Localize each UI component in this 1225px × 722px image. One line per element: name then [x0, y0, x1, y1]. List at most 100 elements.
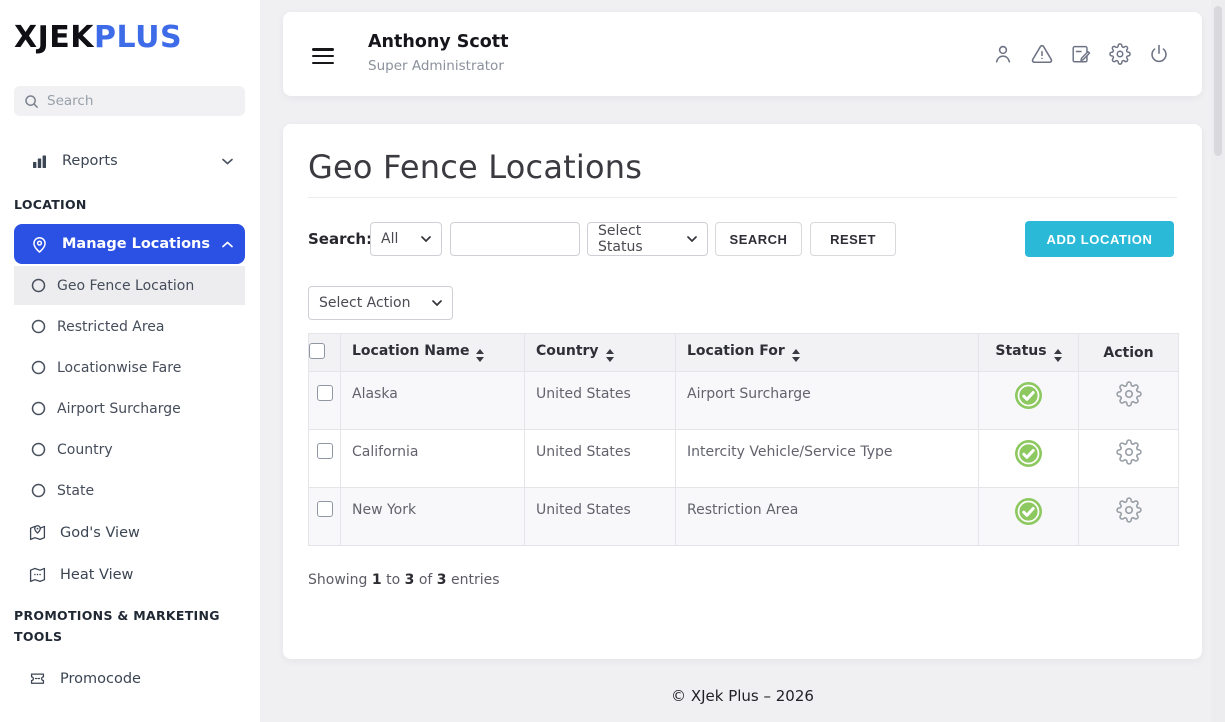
sidebar-item-label: State	[57, 483, 94, 499]
search-keyword-input[interactable]	[450, 222, 580, 256]
status-active-icon[interactable]	[1014, 439, 1043, 468]
row-select-cell	[309, 488, 341, 546]
sidebar-item-promocode[interactable]: Promocode	[14, 659, 245, 698]
app-logo[interactable]: XJEKPLUS	[14, 20, 182, 55]
cell-location-name: New York	[341, 488, 525, 546]
cell-country: United States	[525, 430, 676, 488]
status-active-icon[interactable]	[1014, 381, 1043, 410]
logo-accent: PLUS	[94, 20, 182, 55]
sidebar-item-country[interactable]: Country	[14, 430, 245, 469]
row-settings-gear-icon[interactable]	[1116, 381, 1142, 407]
logo-primary: XJEK	[14, 20, 94, 55]
cell-location-for: Intercity Vehicle/Service Type	[676, 430, 979, 488]
cell-country: United States	[525, 488, 676, 546]
cell-location-name: Alaska	[341, 372, 525, 430]
sidebar-section-location: LOCATION	[14, 194, 246, 215]
row-checkbox[interactable]	[317, 443, 333, 459]
select-all-checkbox[interactable]	[309, 343, 325, 359]
user-block[interactable]: Anthony Scott Super Administrator	[368, 32, 509, 74]
cell-country: United States	[525, 372, 676, 430]
scrollbar-thumb[interactable]	[1214, 6, 1222, 156]
settings-icon[interactable]	[1109, 43, 1131, 65]
sidebar: XJEKPLUS Search Reports LOCATION Manage …	[0, 0, 260, 722]
chevron-down-icon	[432, 300, 442, 306]
entries-summary: Showing 1 to 3 of 3 entries	[308, 572, 500, 588]
sidebar-item-locationwise-fare[interactable]: Locationwise Fare	[14, 348, 245, 387]
status-select[interactable]: Select Status	[587, 222, 708, 256]
bulk-action-select[interactable]: Select Action	[308, 286, 453, 320]
sidebar-search[interactable]: Search	[14, 86, 245, 116]
sidebar-item-label: Locationwise Fare	[57, 360, 181, 376]
sidebar-item-reports[interactable]: Reports	[14, 141, 245, 181]
bar-chart-icon	[30, 152, 49, 171]
sidebar-section-promotions: PROMOTIONS & MARKETING TOOLS	[14, 605, 246, 647]
sidebar-item-label: Manage Locations	[62, 236, 210, 252]
circle-icon	[31, 278, 46, 293]
top-bar: Anthony Scott Super Administrator	[283, 12, 1202, 96]
report-edit-icon[interactable]	[1070, 43, 1092, 65]
warning-icon[interactable]	[1031, 43, 1053, 65]
column-header-location-for[interactable]: Location For	[676, 334, 979, 372]
reset-button[interactable]: RESET	[810, 222, 896, 256]
column-header-location-name[interactable]: Location Name	[341, 334, 525, 372]
row-settings-gear-icon[interactable]	[1116, 439, 1142, 465]
cell-location-for: Airport Surcharge	[676, 372, 979, 430]
search-field-select[interactable]: All	[370, 222, 442, 256]
circle-icon	[31, 442, 46, 457]
page-title: Geo Fence Locations	[308, 148, 642, 186]
sort-icon	[606, 349, 614, 362]
row-checkbox[interactable]	[317, 501, 333, 517]
chevron-down-icon	[222, 158, 233, 165]
summary-text: of	[419, 572, 433, 588]
map-pin-icon	[30, 235, 49, 254]
chevron-up-icon	[222, 241, 233, 248]
table-row: California United States Intercity Vehic…	[309, 430, 1179, 488]
power-icon[interactable]	[1148, 43, 1170, 65]
table-header-row: Location Name Country Location For Statu…	[309, 334, 1179, 372]
locations-table: Location Name Country Location For Statu…	[308, 333, 1179, 546]
add-location-button[interactable]: ADD LOCATION	[1025, 221, 1174, 257]
sidebar-item-label: Reports	[62, 153, 118, 169]
summary-text: entries	[451, 572, 500, 588]
selected-value: Select Action	[319, 295, 411, 311]
sidebar-item-state[interactable]: State	[14, 471, 245, 510]
cell-status	[979, 488, 1079, 546]
summary-total: 3	[437, 572, 447, 588]
row-checkbox[interactable]	[317, 385, 333, 401]
row-select-cell	[309, 372, 341, 430]
status-active-icon[interactable]	[1014, 497, 1043, 526]
column-label: Status	[995, 343, 1046, 359]
scrollbar-track[interactable]	[1211, 0, 1225, 722]
ticket-icon	[28, 669, 47, 688]
chevron-down-icon	[421, 236, 431, 242]
cell-location-name: California	[341, 430, 525, 488]
summary-text: to	[386, 572, 400, 588]
column-header-status[interactable]: Status	[979, 334, 1079, 372]
column-header-country[interactable]: Country	[525, 334, 676, 372]
row-settings-gear-icon[interactable]	[1116, 497, 1142, 523]
table-row: New York United States Restriction Area	[309, 488, 1179, 546]
sidebar-item-manage-locations[interactable]: Manage Locations	[14, 224, 245, 264]
map-view-icon	[28, 523, 47, 542]
sidebar-item-heat-view[interactable]: Heat View	[14, 555, 245, 594]
column-header-action: Action	[1079, 334, 1179, 372]
cell-action	[1079, 372, 1179, 430]
sidebar-item-airport-surcharge[interactable]: Airport Surcharge	[14, 389, 245, 428]
sidebar-item-gods-view[interactable]: God's View	[14, 513, 245, 552]
user-name: Anthony Scott	[368, 32, 509, 52]
user-icon[interactable]	[992, 43, 1014, 65]
cell-action	[1079, 430, 1179, 488]
summary-from: 1	[372, 572, 382, 588]
sort-icon	[1054, 349, 1062, 362]
sidebar-item-label: Promocode	[60, 671, 141, 687]
sidebar-search-placeholder: Search	[47, 93, 93, 109]
divider	[308, 197, 1177, 198]
search-button[interactable]: SEARCH	[715, 222, 802, 256]
sidebar-item-geo-fence-location[interactable]: Geo Fence Location	[14, 266, 245, 305]
sidebar-item-restricted-area[interactable]: Restricted Area	[14, 307, 245, 346]
hamburger-menu-icon[interactable]	[312, 48, 334, 68]
summary-text: Showing	[308, 572, 367, 588]
sort-icon	[792, 349, 800, 362]
search-label: Search:	[308, 221, 372, 257]
sidebar-item-label: God's View	[60, 525, 140, 541]
